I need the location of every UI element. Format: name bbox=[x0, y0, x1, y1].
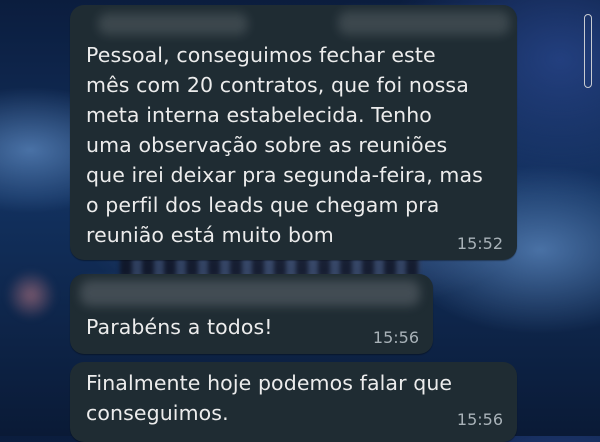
message-timestamp: 15:56 bbox=[372, 328, 419, 347]
message-timestamp: 15:56 bbox=[456, 410, 503, 429]
sender-phone-redacted bbox=[338, 11, 510, 35]
scrollbar[interactable] bbox=[584, 14, 592, 88]
message-text: Finalmente hoje podemos falar que conseg… bbox=[86, 371, 453, 425]
message-bubble[interactable]: Parabéns a todos! 15:56 bbox=[70, 274, 433, 354]
message-text: Parabéns a todos! bbox=[86, 315, 273, 339]
message-bubble[interactable]: Finalmente hoje podemos falar que conseg… bbox=[70, 362, 517, 442]
sender-name-redacted bbox=[80, 280, 420, 306]
sender-name-redacted bbox=[98, 13, 248, 35]
message-text: Pessoal, conseguimos fechar este mês com… bbox=[86, 43, 483, 247]
message-bubble[interactable]: Pessoal, conseguimos fechar este mês com… bbox=[70, 5, 517, 260]
avatar[interactable] bbox=[6, 270, 56, 320]
message-timestamp: 15:52 bbox=[456, 234, 503, 253]
